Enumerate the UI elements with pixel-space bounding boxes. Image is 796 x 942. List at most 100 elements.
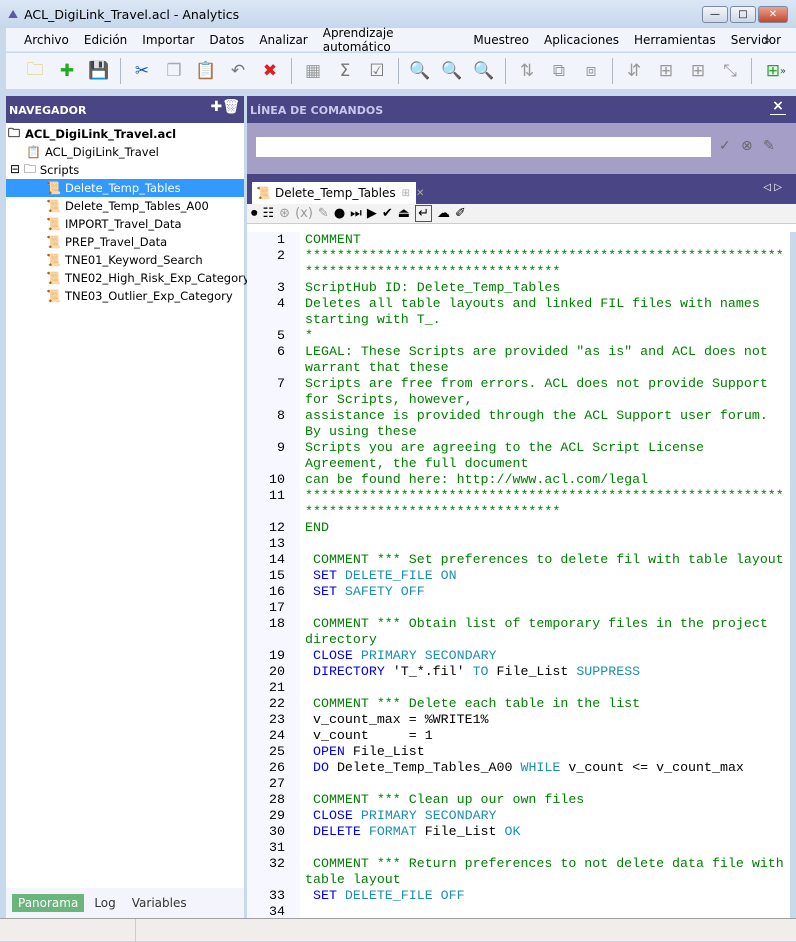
accept-icon[interactable]: ✓ (719, 138, 731, 154)
variable-icon[interactable]: (x) (295, 206, 313, 221)
tree-item-project[interactable]: 🗀 ACL_DigiLink_Travel.acl (6, 125, 244, 143)
resize-icon[interactable]: ⤡ (717, 58, 743, 84)
table-icon[interactable]: ▦ (300, 58, 326, 84)
pin-icon[interactable]: ⊞ (402, 188, 410, 199)
line-number: 20 (269, 664, 285, 679)
tree-item[interactable]: 📜 TNE02_High_Risk_Exp_Category (6, 269, 250, 287)
vertical-scrollbar[interactable] (790, 232, 796, 918)
line-number: 14 (269, 552, 285, 567)
breakpoint-icon[interactable]: ● (334, 206, 345, 221)
maximize-button[interactable]: □ (730, 6, 756, 23)
open-project-icon[interactable]: 🗀 (22, 58, 48, 84)
check-icon[interactable]: ✔ (382, 206, 393, 221)
code-token: SET (305, 584, 345, 599)
minimize-button[interactable]: — (702, 6, 728, 23)
script-icon: 📜 (46, 271, 61, 285)
list-icon[interactable]: ☷ (263, 206, 275, 221)
new-project-icon[interactable]: ✚ (54, 58, 80, 84)
add-icon[interactable]: ✚ (210, 99, 222, 115)
cut-icon[interactable]: ✂ (129, 58, 155, 84)
toolbar-overflow-icon[interactable]: » (780, 66, 786, 77)
record-icon[interactable]: ⏺ (251, 206, 258, 221)
menu-item[interactable]: Importar (142, 33, 194, 47)
tree-item[interactable]: 📜 Delete_Temp_Tables (6, 179, 244, 197)
menu-item[interactable]: Servidor (731, 33, 781, 47)
tree-item[interactable]: 📋 ACL_DigiLink_Travel (6, 143, 244, 161)
search-prev-icon[interactable]: 🔍 (471, 58, 497, 84)
search-icon[interactable]: 🔍 (407, 58, 433, 84)
code-text: CLOSE PRIMARY SECONDARY (305, 648, 787, 664)
pen-icon[interactable]: ✐ (455, 206, 466, 221)
code-text: COMMENT (305, 232, 787, 248)
code-line: 13 (247, 536, 789, 552)
run-icon[interactable]: ▶ (367, 206, 377, 221)
tab-right-icon[interactable]: ▷ (774, 182, 782, 193)
code-line: 15 SET DELETE_FILE ON (247, 568, 789, 584)
code-token: PRIMARY SECONDARY (360, 808, 497, 823)
command-line-title: LÍNEA DE COMANDOS (250, 104, 384, 117)
export-icon[interactable]: ⏏ (398, 206, 410, 221)
undo-icon[interactable]: ↶ (225, 58, 251, 84)
cloud-icon[interactable]: ☁ (437, 206, 450, 221)
add-row-icon[interactable]: ⊞ (685, 58, 711, 84)
script-icon: 📜 (46, 181, 61, 195)
code-text: v_count = 1 (305, 728, 787, 744)
code-text: Scripts are free from errors. ACL does n… (305, 376, 787, 408)
menu-item[interactable]: Edición (84, 33, 127, 47)
statistics-icon[interactable]: Σ (332, 58, 358, 84)
word-wrap-icon[interactable]: ↵ (415, 205, 432, 222)
line-number: 25 (269, 744, 285, 759)
paste-icon[interactable]: 📋 (193, 58, 219, 84)
sort-icon[interactable]: ⇅ (514, 58, 540, 84)
code-line: 18 COMMENT *** Obtain list of temporary … (247, 616, 789, 648)
menu-item[interactable]: Archivo (24, 33, 69, 47)
navigator-tab[interactable]: Variables (126, 894, 193, 912)
script-editor[interactable]: 1 COMMENT 2 *******************************… (247, 232, 789, 918)
summarize-icon[interactable]: ⇵ (621, 58, 647, 84)
line-number: 21 (269, 680, 285, 695)
save-project-icon[interactable]: 💾 (86, 58, 112, 84)
code-token: DIRECTORY (305, 664, 393, 679)
overflow-chevron-icon[interactable]: » (764, 33, 771, 47)
navigator-tab[interactable]: Panorama (12, 894, 85, 912)
tab-delete-temp-tables[interactable]: 📜 Delete_Temp_Tables ⊞ ✕ (252, 182, 424, 204)
code-text: Deletes all table layouts and linked FIL… (305, 296, 787, 328)
edit-script-icon[interactable]: ✎ (318, 206, 329, 221)
code-line: 7 Scripts are free from errors. ACL does … (247, 376, 789, 408)
tree-item[interactable]: 📜 IMPORT_Travel_Data (6, 215, 244, 233)
edit-icon[interactable]: ✎ (763, 138, 775, 154)
code-text: SET SAFETY OFF (305, 584, 787, 600)
tab-left-icon[interactable]: ◁ (763, 182, 771, 193)
step-icon[interactable]: ⏭ (350, 206, 362, 221)
dialog-icon[interactable]: ⊛ (279, 206, 290, 221)
menu-item[interactable]: Aprendizaje automático (323, 26, 459, 54)
add-column-icon[interactable]: ⊞ (653, 58, 679, 84)
project-tree: 🗀 ACL_DigiLink_Travel.acl 📋 ACL_DigiLink_… (6, 123, 250, 305)
menu-item[interactable]: Analizar (259, 33, 307, 47)
menu-item[interactable]: Aplicaciones (544, 33, 619, 47)
navigator-tab[interactable]: Log (88, 894, 121, 912)
trash-icon[interactable]: 🗑 (222, 99, 240, 115)
close-tab-icon[interactable]: ✕ (416, 188, 424, 199)
tree-item[interactable]: ⊟ 🗀 Scripts (6, 161, 244, 179)
copy-icon[interactable]: ❐ (161, 58, 187, 84)
command-line-input[interactable] (256, 137, 711, 157)
tree-item[interactable]: 📜 PREP_Travel_Data (6, 233, 244, 251)
tree-item[interactable]: 📜 TNE01_Keyword_Search (6, 251, 244, 269)
menu-item[interactable]: Datos (209, 33, 244, 47)
tree-item[interactable]: 📜 TNE03_Outlier_Exp_Category (6, 287, 244, 305)
menu-item[interactable]: Muestreo (473, 33, 529, 47)
tree-item[interactable]: 📜 Delete_Temp_Tables_A00 (6, 197, 244, 215)
merge-icon[interactable]: ⧈ (578, 58, 604, 84)
close-button[interactable]: ✕ (758, 6, 788, 23)
code-line: 24 v_count = 1 (247, 728, 789, 744)
delete-icon[interactable]: ✖ (257, 58, 283, 84)
verify-icon[interactable]: ☑ (364, 58, 390, 84)
line-number: 7 (277, 376, 285, 391)
cancel-icon[interactable]: ⊗ (741, 138, 753, 154)
close-command-line-icon[interactable]: × (770, 98, 786, 115)
search-next-icon[interactable]: 🔍 (439, 58, 465, 84)
code-text: DELETE FORMAT File_List OK (305, 824, 787, 840)
menu-item[interactable]: Herramientas (634, 33, 716, 47)
join-icon[interactable]: ⧉ (546, 58, 572, 84)
